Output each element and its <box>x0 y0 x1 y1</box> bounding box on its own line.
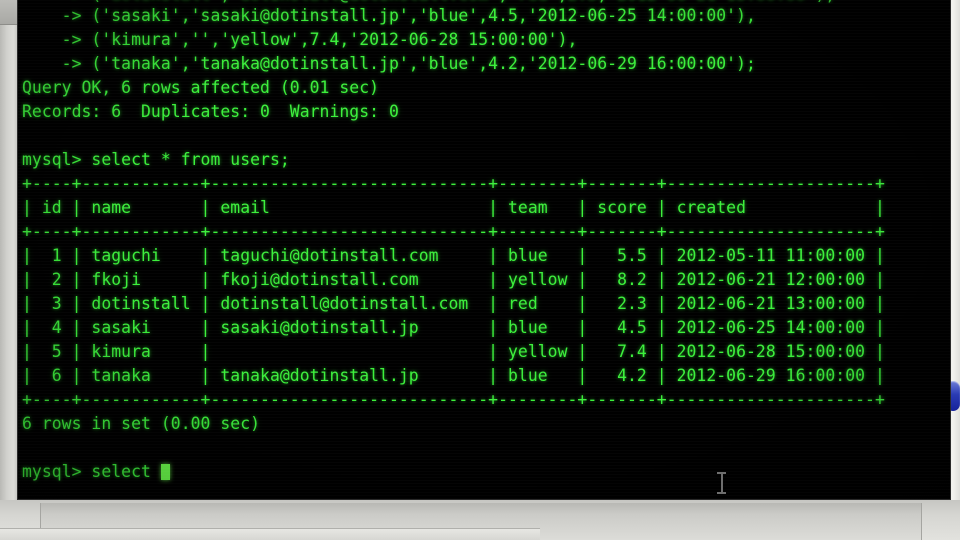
terminal-line-table-rule-header: +----+------------+---------------------… <box>22 222 885 241</box>
window-left-tab[interactable] <box>0 0 18 25</box>
terminal-line-blank-1 <box>22 124 950 148</box>
terminal-cursor <box>160 464 170 480</box>
terminal-line-table-row-3: | 3 | dotinstall | dotinstall@dotinstall… <box>22 294 885 313</box>
terminal-line-table-row-5: | 5 | kimura | | yellow | 7.4 | 2012-06-… <box>22 342 885 361</box>
terminal-line-prompt-line: mysql> select <box>22 460 950 484</box>
terminal-output: -> ('dotinstall','dotinstall@dotinstall.… <box>22 0 950 484</box>
terminal-line-table-header: | id | name | email | team | score | cre… <box>22 198 885 217</box>
terminal-line-insert-row-tanaka: -> ('tanaka','tanaka@dotinstall.jp','blu… <box>22 54 756 73</box>
terminal-line-query-ok: Query OK, 6 rows affected (0.01 sec) <box>22 78 380 97</box>
terminal-line-select-command: mysql> select * from users; <box>22 150 290 169</box>
terminal-line-blank-2 <box>22 436 950 460</box>
terminal-line-table-row-1: | 1 | taguchi | taguchi@dotinstall.com |… <box>22 246 885 265</box>
terminal-line-records-summary: Records: 6 Duplicates: 0 Warnings: 0 <box>22 102 399 121</box>
terminal-line-table-row-6: | 6 | tanaka | tanaka@dotinstall.jp | bl… <box>22 366 885 385</box>
terminal-line-insert-row-kimura: -> ('kimura','','yellow',7.4,'2012-06-28… <box>22 30 578 49</box>
terminal-line-insert-row-dotinstall: -> ('dotinstall','dotinstall@dotinstall.… <box>22 0 950 4</box>
terminal-line-table-row-4: | 4 | sasaki | sasaki@dotinstall.jp | bl… <box>22 318 885 337</box>
window-left-edge <box>0 0 18 540</box>
screen: -> ('dotinstall','dotinstall@dotinstall.… <box>0 0 960 540</box>
terminal-window[interactable]: -> ('dotinstall','dotinstall@dotinstall.… <box>18 0 950 499</box>
terminal-line-table-rule-bottom: +----+------------+---------------------… <box>22 390 885 409</box>
window-bottom-edge <box>0 528 540 540</box>
terminal-line-insert-row-sasaki: -> ('sasaki','sasaki@dotinstall.jp','blu… <box>22 6 756 25</box>
terminal-line-table-row-2: | 2 | fkoji | fkoji@dotinstall.com | yel… <box>22 270 885 289</box>
terminal-line-table-rule-top: +----+------------+---------------------… <box>22 174 885 193</box>
terminal-line-rows-in-set: 6 rows in set (0.00 sec) <box>22 414 261 433</box>
